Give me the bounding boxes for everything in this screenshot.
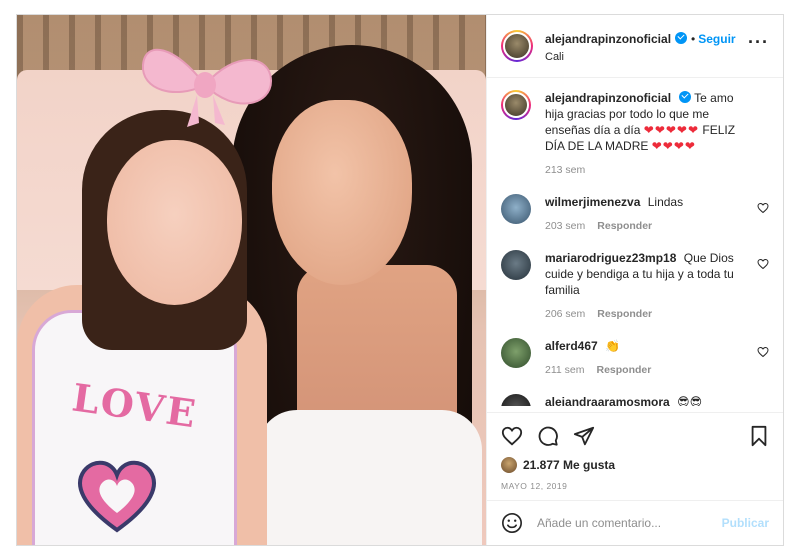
- post-actions: 21.877 Me gusta MAYO 12, 2019: [487, 412, 783, 500]
- comment-username[interactable]: mariarodriguez23mp18: [545, 251, 676, 265]
- liker-avatar: [501, 457, 517, 473]
- comment-composer: Añade un comentario... Publicar: [487, 500, 783, 545]
- comment-item: wilmerjimenezva Lindas 203 sem Responder: [501, 194, 769, 234]
- reply-button[interactable]: Responder: [597, 308, 652, 320]
- photo-shirt-heart: [78, 460, 156, 533]
- post-photo[interactable]: LOVE: [17, 15, 486, 545]
- caption-hearts: ❤❤❤❤❤: [643, 123, 700, 137]
- post-date[interactable]: MAYO 12, 2019: [501, 481, 769, 491]
- comment-icon[interactable]: [537, 425, 559, 447]
- photo-woman-face: [272, 100, 412, 285]
- comment-age[interactable]: 211 sem: [545, 364, 585, 376]
- photo-girl-face: [107, 140, 242, 305]
- follow-button[interactable]: Seguir: [698, 32, 735, 46]
- caption-age[interactable]: 213 sem: [545, 164, 585, 176]
- like-comment-icon[interactable]: [757, 202, 769, 214]
- comment-username[interactable]: alferd467: [545, 339, 598, 353]
- author-avatar[interactable]: [501, 30, 533, 62]
- post-location[interactable]: Cali: [545, 51, 736, 63]
- caption-avatar[interactable]: [501, 90, 531, 120]
- emoji-icon[interactable]: [501, 512, 523, 534]
- post-header: alejandrapinzonoficial • Seguir Cali ···: [487, 15, 783, 78]
- like-comment-icon[interactable]: [757, 346, 769, 358]
- commenter-avatar[interactable]: [501, 250, 531, 280]
- likes-label: Me gusta: [563, 458, 616, 472]
- reply-button[interactable]: Responder: [597, 364, 652, 376]
- comment-age[interactable]: 203 sem: [545, 220, 585, 232]
- likes-count: 21.877: [523, 458, 560, 472]
- photo-woman-top: [257, 410, 482, 545]
- share-icon[interactable]: [573, 425, 595, 447]
- comments-list[interactable]: alejandrapinzonoficial Te amo hija graci…: [487, 78, 783, 412]
- photo-pink-bow: [141, 48, 273, 127]
- comment-text: Lindas: [647, 195, 684, 209]
- comment-item: alferd467 👏 211 sem Responder: [501, 338, 769, 378]
- like-icon[interactable]: [501, 425, 523, 447]
- reply-button[interactable]: Responder: [597, 220, 652, 232]
- verified-badge-icon: [675, 31, 688, 44]
- commenter-avatar[interactable]: [501, 194, 531, 224]
- commenter-avatar[interactable]: [501, 338, 531, 368]
- like-comment-icon[interactable]: [757, 258, 769, 270]
- bookmark-icon[interactable]: [749, 425, 769, 447]
- more-options-icon[interactable]: ···: [748, 33, 769, 51]
- caption-hearts-2: ❤❤❤❤: [651, 139, 696, 153]
- verified-badge-icon: [679, 91, 692, 103]
- instagram-post: LOVE alejandrapinzonoficial • Seguir Cali …: [16, 14, 784, 546]
- comment-item: mariarodriguez23mp18 Que Dios cuide y be…: [501, 250, 769, 322]
- caption: alejandrapinzonoficial Te amo hija graci…: [501, 90, 769, 178]
- post-side-panel: alejandrapinzonoficial • Seguir Cali ··· a…: [486, 15, 783, 545]
- publish-button[interactable]: Publicar: [722, 516, 769, 530]
- caption-username[interactable]: alejandrapinzonoficial: [545, 91, 671, 105]
- header-separator: •: [691, 31, 696, 46]
- comment-input[interactable]: Añade un comentario...: [537, 516, 722, 530]
- comment-text: 👏: [605, 339, 620, 353]
- comment-username[interactable]: wilmerjimenezva: [545, 195, 640, 209]
- comment-age[interactable]: 206 sem: [545, 308, 585, 320]
- likes-summary[interactable]: 21.877 Me gusta: [501, 457, 769, 473]
- author-username[interactable]: alejandrapinzonoficial: [545, 32, 671, 46]
